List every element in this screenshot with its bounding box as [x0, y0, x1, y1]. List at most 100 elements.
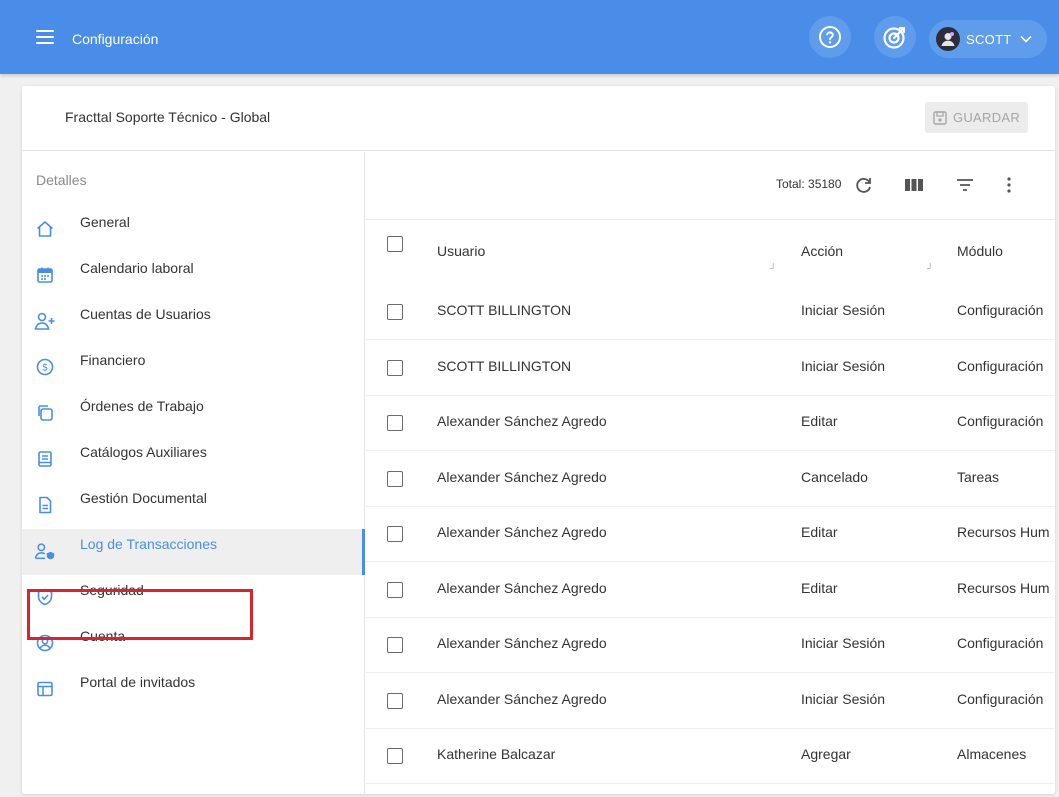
sidebar-item-auxiliary-catalogs[interactable]: Catálogos Auxiliares [22, 437, 364, 483]
settings-sidebar: Detalles General Calendario laboral Cuen… [22, 152, 365, 794]
sidebar-item-general[interactable]: General [22, 207, 364, 253]
row-checkbox[interactable] [387, 359, 403, 376]
cell-user: Alexander Sánchez Agredo [437, 524, 607, 540]
cell-action: Iniciar Sesión [801, 635, 886, 651]
filter-icon[interactable] [954, 174, 976, 196]
table-row[interactable]: Alexander Sánchez Agredo Cancelado Tareas [366, 450, 1055, 507]
dollar-circle-icon: $ [34, 356, 56, 378]
column-header-module[interactable]: Módulo [957, 243, 1003, 259]
table-row[interactable]: Alexander Sánchez Agredo Editar Recursos H… [366, 505, 1055, 562]
sidebar-item-label: Gestión Documental [80, 490, 207, 506]
more-vertical-icon[interactable] [998, 174, 1020, 196]
row-checkbox[interactable] [387, 692, 403, 709]
sidebar-item-work-orders[interactable]: Órdenes de Trabajo [22, 391, 364, 437]
cell-user: SCOTT BILLINGTON [437, 357, 572, 374]
avatar [936, 27, 960, 51]
cell-action: Iniciar Sesión [801, 357, 886, 374]
company-name: Fracttal Soporte Técnico - Global [65, 109, 271, 125]
user-shield-icon [34, 540, 56, 562]
cell-module: Configuración [957, 690, 1044, 707]
row-checkbox[interactable] [387, 415, 403, 431]
row-checkbox[interactable] [387, 304, 403, 320]
menu-icon[interactable] [36, 30, 54, 44]
sidebar-item-label: Log de Transacciones [80, 536, 217, 552]
table-header: Usuario Acción Módulo ┘ ┘ [366, 221, 1055, 283]
user-add-icon [34, 310, 56, 332]
cell-user: Alexander Sánchez Agredo [437, 413, 607, 429]
cell-module: Configuración [957, 357, 1044, 374]
table-row[interactable]: SCOTT BILLINGTON Iniciar Sesión Configurac… [366, 283, 1055, 340]
chevron-down-icon [1019, 35, 1032, 43]
column-header-user[interactable]: Usuario [437, 243, 485, 259]
calendar-icon [34, 264, 56, 286]
table-row[interactable]: Alexander Sánchez Agredo Editar Configurac… [366, 394, 1055, 451]
cell-user: SCOTT BILLINGTON [437, 302, 572, 318]
sidebar-item-guest-portal[interactable]: Portal de invitados [22, 667, 364, 713]
select-all-checkbox[interactable] [387, 236, 403, 252]
table-row[interactable]: Alexander Sánchez Agredo Iniciar Sesión Co… [366, 672, 1055, 729]
row-checkbox[interactable] [387, 581, 403, 598]
svg-text:$: $ [42, 363, 48, 374]
cell-user: Katherine Balcazar [437, 746, 556, 762]
sidebar-item-label: Cuentas de Usuarios [80, 306, 211, 322]
document-icon [34, 494, 56, 516]
column-resize-handle[interactable]: ┘ [927, 263, 933, 273]
sidebar-item-label: General [80, 214, 130, 230]
table-row[interactable]: Katherine Balcazar Agregar Almacenes [366, 727, 1055, 784]
cell-action: Editar [801, 413, 838, 429]
table-row[interactable]: Alexander Sánchez Agredo Iniciar Sesión Co… [366, 616, 1055, 673]
page-title: Configuración [72, 31, 159, 47]
sidebar-item-document-management[interactable]: Gestión Documental [22, 483, 364, 529]
cell-action: Editar [801, 579, 838, 596]
table-row[interactable]: Alexander Sánchez Agredo Editar Recursos H… [366, 561, 1055, 618]
cell-module: Recursos Hum [957, 524, 1050, 540]
active-indicator [362, 529, 365, 575]
columns-icon[interactable] [903, 174, 925, 196]
sidebar-item-security[interactable]: Seguridad [22, 575, 364, 621]
cell-module: Configuración [957, 413, 1044, 429]
card-header: Fracttal Soporte Técnico - Global GUARDA… [22, 86, 1055, 151]
layout-icon [34, 678, 56, 700]
refresh-icon[interactable] [853, 174, 875, 196]
cell-module: Configuración [957, 302, 1044, 318]
cell-user: Alexander Sánchez Agredo [437, 635, 607, 651]
user-name: SCOTT [966, 31, 1012, 47]
sidebar-item-account[interactable]: Cuenta [22, 621, 364, 667]
save-label: GUARDAR [952, 110, 1021, 125]
cell-user: Alexander Sánchez Agredo [437, 468, 607, 485]
cell-action: Iniciar Sesión [801, 690, 886, 707]
save-button[interactable]: GUARDAR [925, 102, 1028, 133]
column-header-action[interactable]: Acción [801, 243, 843, 259]
sidebar-item-label: Portal de invitados [80, 674, 196, 690]
sidebar-item-label: Órdenes de Trabajo [80, 398, 204, 414]
cell-action: Iniciar Sesión [801, 302, 886, 318]
row-checkbox[interactable] [387, 470, 403, 487]
sidebar-item-user-accounts[interactable]: Cuentas de Usuarios [22, 299, 364, 345]
help-button[interactable] [809, 16, 851, 58]
row-checkbox[interactable] [387, 526, 403, 542]
column-resize-handle[interactable]: ┘ [770, 263, 776, 273]
top-app-bar: Configuración SCOTT [0, 0, 1059, 74]
account-circle-icon [34, 632, 56, 654]
target-arrow-icon [883, 27, 905, 49]
cell-module: Tareas [957, 468, 1000, 485]
table-toolbar: Total: 35180 [366, 152, 1055, 220]
settings-card: Fracttal Soporte Técnico - Global GUARDA… [22, 86, 1055, 794]
sidebar-item-label: Financiero [80, 352, 146, 368]
cell-action: Cancelado [801, 468, 868, 485]
cell-user: Alexander Sánchez Agredo [437, 579, 607, 596]
row-checkbox[interactable] [387, 637, 403, 653]
user-menu-button[interactable]: SCOTT [929, 20, 1047, 58]
row-checkbox[interactable] [387, 748, 403, 764]
sidebar-item-label: Seguridad [80, 582, 144, 598]
catalog-icon [34, 448, 56, 470]
total-count: Total: 35180 [776, 177, 842, 191]
activity-button[interactable] [874, 16, 916, 58]
sidebar-item-label: Calendario laboral [80, 260, 194, 276]
sidebar-item-calendar[interactable]: Calendario laboral [22, 253, 364, 299]
sidebar-item-financial[interactable]: $ Financiero [22, 345, 364, 391]
sidebar-heading: Detalles [36, 172, 87, 188]
cell-module: Recursos Hum [957, 579, 1050, 596]
table-row[interactable]: SCOTT BILLINGTON Iniciar Sesión Configurac… [366, 339, 1055, 396]
sidebar-item-transaction-log[interactable]: Log de Transacciones [22, 529, 365, 575]
